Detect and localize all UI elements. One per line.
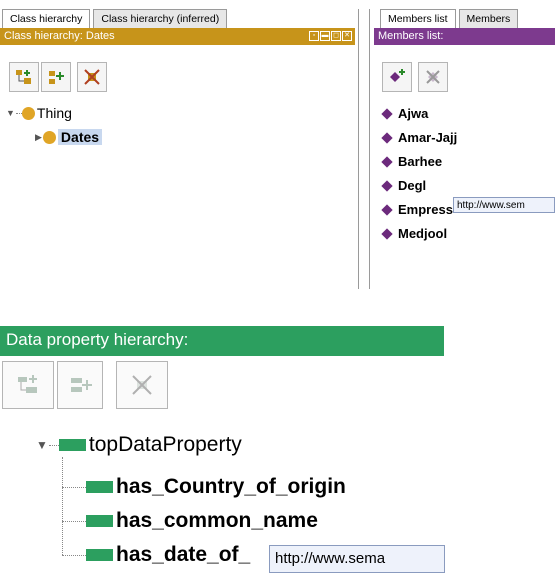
- delete-property-icon: [132, 375, 152, 395]
- minimize-icon[interactable]: ▬: [320, 31, 330, 41]
- data-property-icon: [86, 549, 113, 561]
- tab-class-hierarchy[interactable]: Class hierarchy: [2, 9, 91, 28]
- tree-node-data-property[interactable]: has_date_of_: [86, 543, 250, 567]
- tree-node-label: Thing: [36, 105, 72, 121]
- collapse-icon[interactable]: ▼: [36, 438, 48, 452]
- delete-individual-button[interactable]: [418, 62, 448, 92]
- data-property-icon: [58, 439, 86, 451]
- individual-icon: [381, 179, 393, 192]
- tree-node-data-property[interactable]: has_common_name: [86, 509, 318, 533]
- data-property-title: Data property hierarchy:: [6, 330, 189, 349]
- class-hierarchy-header: Class hierarchy: Dates ▫ ▬ ◻ ✕: [0, 28, 355, 45]
- individual-icon: [381, 155, 393, 168]
- individual-icon: [381, 227, 393, 240]
- tree-node-label: has_date_of_: [116, 543, 251, 566]
- tree-node-label: has_common_name: [116, 509, 318, 532]
- add-subclass-icon: [16, 70, 31, 84]
- collapse-icon[interactable]: ▼: [6, 108, 15, 118]
- add-sibling-class-button[interactable]: [41, 62, 71, 92]
- tree-connector: [62, 487, 86, 488]
- add-individual-icon: [390, 69, 405, 82]
- tree-connector: [62, 457, 63, 555]
- tree-node-label: Dates: [57, 129, 103, 145]
- list-item[interactable]: Empress: [381, 202, 453, 217]
- float-icon[interactable]: ◻: [331, 31, 341, 41]
- expand-icon[interactable]: ▶: [35, 132, 42, 143]
- class-icon: [42, 130, 56, 144]
- class-tabs: Class hierarchy Class hierarchy (inferre…: [2, 9, 230, 28]
- list-item[interactable]: Barhee: [381, 154, 442, 169]
- tree-node-top-data-property[interactable]: ▼ topDataProperty: [36, 433, 242, 457]
- member-tabs: Members list Members: [380, 9, 521, 28]
- list-item-label: Barhee: [398, 154, 443, 169]
- tree-connector: [62, 521, 86, 522]
- members-toolbar: [382, 62, 448, 92]
- data-property-tooltip: http://www.sema: [269, 545, 445, 573]
- data-property-header: Data property hierarchy:: [0, 326, 444, 356]
- close-icon[interactable]: ✕: [342, 31, 352, 41]
- view-controls: ▫ ▬ ◻ ✕: [309, 31, 352, 41]
- list-item-label: Amar-Jajj: [398, 130, 458, 145]
- list-item-label: Ajwa: [398, 106, 429, 121]
- tab-members-list[interactable]: Members list: [380, 9, 456, 28]
- add-subclass-button[interactable]: [9, 62, 39, 92]
- delete-class-button[interactable]: [77, 62, 107, 92]
- class-toolbar: [9, 62, 107, 92]
- tree-connector: [62, 555, 86, 556]
- restore-icon[interactable]: ▫: [309, 31, 319, 41]
- delete-individual-icon: [426, 70, 440, 84]
- individual-icon: [381, 107, 393, 120]
- list-item[interactable]: Medjool: [381, 226, 447, 241]
- list-item-label: Degl: [398, 178, 427, 193]
- individual-icon: [381, 131, 393, 144]
- tree-node-thing[interactable]: ▼ Thing: [6, 105, 72, 121]
- members-tooltip: http://www.sem: [453, 197, 555, 213]
- tree-node-data-property[interactable]: has_Country_of_origin: [86, 475, 346, 499]
- tree-node-label: topDataProperty: [88, 433, 242, 456]
- add-sibling-property-button[interactable]: [57, 361, 103, 409]
- add-sub-property-button[interactable]: [2, 361, 54, 409]
- tree-node-dates[interactable]: ▶ Dates: [35, 129, 103, 145]
- list-item[interactable]: Degl: [381, 178, 426, 193]
- list-item[interactable]: Amar-Jajj: [381, 130, 457, 145]
- add-sibling-property-icon: [71, 378, 92, 392]
- add-sub-property-icon: [18, 375, 37, 393]
- data-property-toolbar: [2, 361, 168, 409]
- data-property-icon: [86, 481, 113, 493]
- class-hierarchy-title: Class hierarchy: Dates: [4, 30, 115, 42]
- class-icon: [21, 106, 35, 120]
- individual-icon: [381, 203, 393, 216]
- delete-class-icon: [84, 69, 100, 85]
- tree-node-label: has_Country_of_origin: [116, 475, 346, 498]
- tab-class-hierarchy-inferred[interactable]: Class hierarchy (inferred): [93, 9, 228, 28]
- members-list-header: Members list:: [374, 28, 555, 45]
- members-list-title: Members list:: [378, 30, 444, 42]
- data-property-icon: [86, 515, 113, 527]
- panel-divider[interactable]: [356, 9, 374, 289]
- tab-members[interactable]: Members: [458, 9, 519, 28]
- list-item-label: Empress: [398, 202, 453, 217]
- add-sibling-class-icon: [49, 71, 64, 84]
- list-item[interactable]: Ajwa: [381, 106, 428, 121]
- list-item-label: Medjool: [398, 226, 448, 241]
- add-individual-button[interactable]: [382, 62, 412, 92]
- delete-property-button[interactable]: [116, 361, 168, 409]
